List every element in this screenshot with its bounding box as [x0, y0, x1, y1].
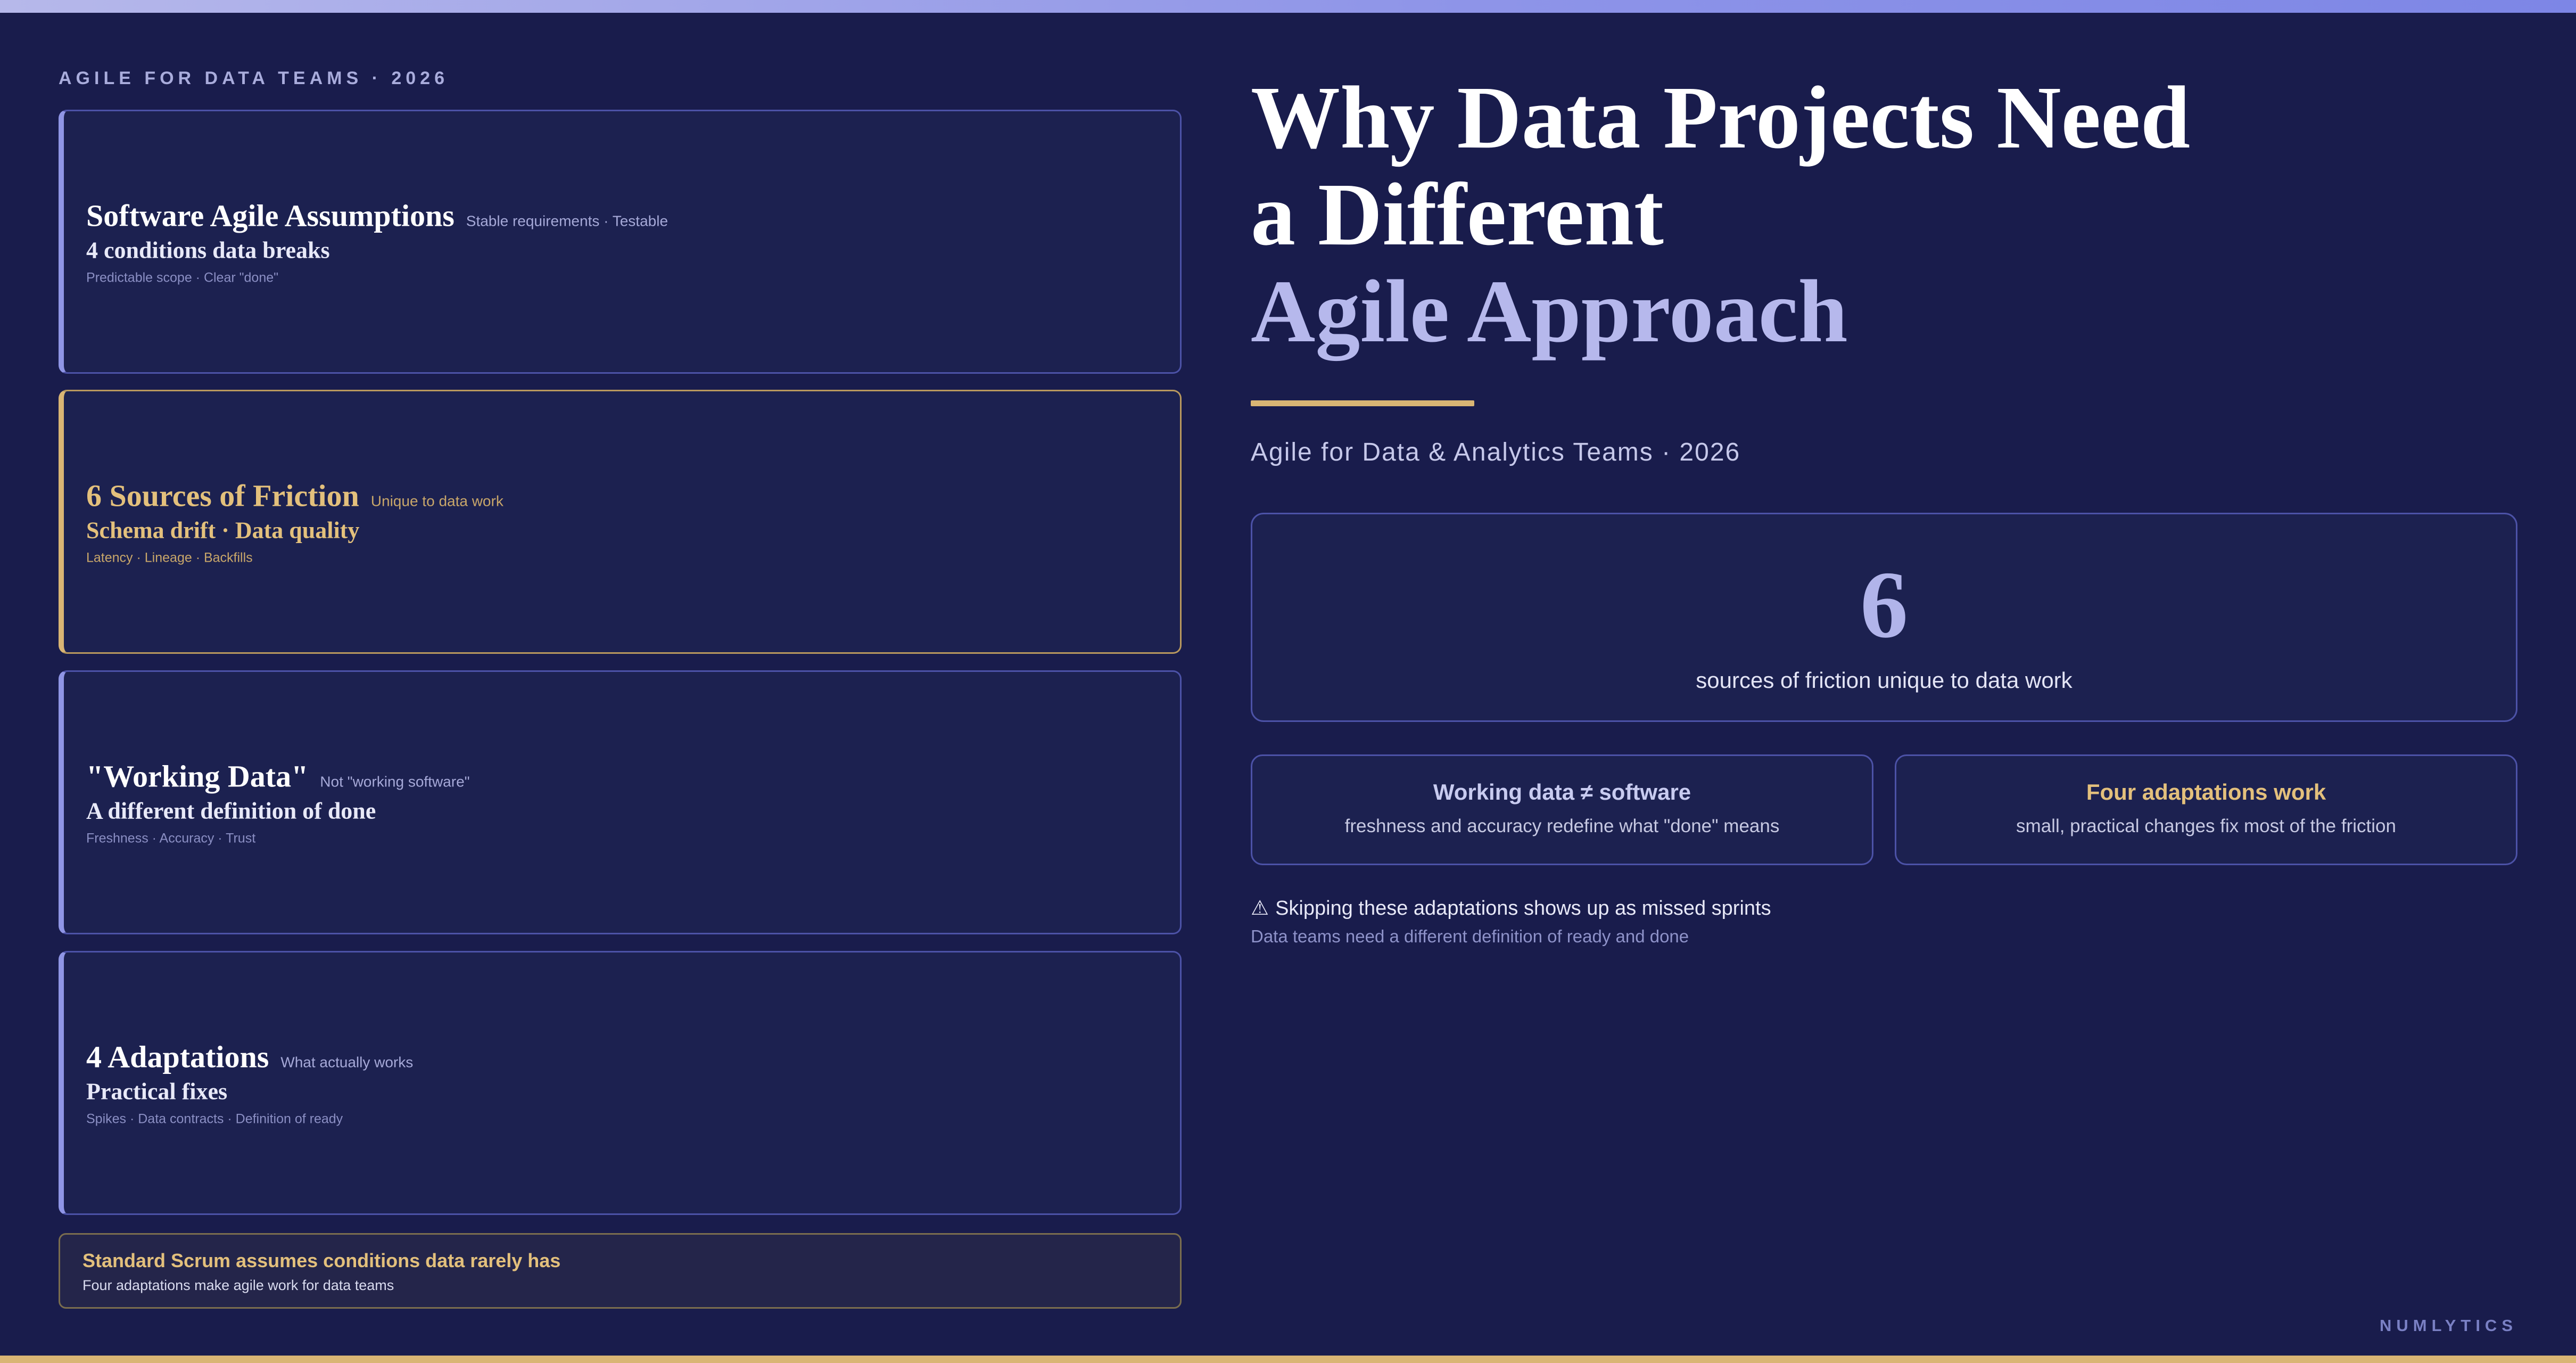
headline-line-2: a Different — [1251, 165, 1664, 264]
card-tag: Unique to data work — [370, 492, 503, 510]
card-title: 6 Sources of Friction — [86, 478, 359, 513]
stat-number: 6 — [1860, 552, 1908, 658]
card-meta: Predictable scope · Clear "done" — [86, 270, 278, 285]
card-adaptations: 4 Adaptations What actually works Practic… — [59, 951, 1182, 1215]
stat-label: sources of friction unique to data work — [1696, 668, 2073, 693]
card-tag: What actually works — [280, 1054, 414, 1071]
card-tag: Stable requirements · Testable — [466, 212, 668, 229]
warning-text: Skipping these adaptations shows up as m… — [1275, 897, 1771, 919]
card-title: 4 Adaptations — [86, 1039, 269, 1074]
card-subtitle: A different definition of done — [86, 798, 376, 824]
scrum-note-callout: Standard Scrum assumes conditions data r… — [59, 1233, 1182, 1309]
warning-line: ⚠ Skipping these adaptations shows up as … — [1251, 896, 1771, 920]
warning-icon: ⚠ — [1251, 897, 1269, 919]
mini-card-title: Four adaptations work — [2086, 779, 2326, 804]
card-tag: Not "working software" — [320, 773, 470, 790]
mini-card-adaptations: Four adaptations work small, practical c… — [1895, 754, 2517, 865]
note-text: Four adaptations make agile work for dat… — [82, 1277, 394, 1293]
mini-card-text: small, practical changes fix most of the… — [2016, 816, 2396, 836]
gold-divider — [1251, 400, 1474, 406]
stat-card: 6 sources of friction unique to data wor… — [1251, 513, 2517, 722]
warning-subtext: Data teams need a different definition o… — [1251, 926, 1689, 946]
bottom-accent-bar — [0, 1356, 2576, 1363]
card-software-assumptions: Software Agile Assumptions Stable require… — [59, 110, 1182, 374]
note-heading: Standard Scrum assumes conditions data r… — [82, 1250, 561, 1271]
card-meta: Latency · Lineage · Backfills — [86, 550, 253, 565]
card-sources-of-friction: 6 Sources of Friction Unique to data work… — [59, 390, 1182, 654]
card-meta: Freshness · Accuracy · Trust — [86, 831, 256, 846]
card-subtitle: Schema drift · Data quality — [86, 517, 360, 544]
card-subtitle: 4 conditions data breaks — [86, 237, 330, 264]
mini-card-title: Working data ≠ software — [1433, 779, 1691, 804]
card-title: Software Agile Assumptions — [86, 198, 455, 233]
headline-line-3: Agile Approach — [1251, 262, 1848, 361]
card-subtitle: Practical fixes — [86, 1078, 228, 1105]
card-working-data: "Working Data" Not "working software" A d… — [59, 670, 1182, 934]
brand-logo-text: NUMLYTICS — [2380, 1316, 2517, 1335]
card-title: "Working Data" — [86, 759, 309, 794]
page-subtitle: Agile for Data & Analytics Teams · 2026 — [1251, 438, 1741, 466]
card-meta: Spikes · Data contracts · Definition of … — [86, 1111, 343, 1127]
kicker-label: AGILE FOR DATA TEAMS · 2026 — [59, 68, 449, 88]
mini-card-working-data: Working data ≠ software freshness and ac… — [1251, 754, 1873, 865]
headline: Why Data Projects Need a Different Agile… — [1251, 69, 2190, 360]
top-accent-bar — [0, 0, 2576, 13]
headline-line-1: Why Data Projects Need — [1251, 68, 2191, 167]
mini-card-text: freshness and accuracy redefine what "do… — [1344, 816, 1780, 836]
